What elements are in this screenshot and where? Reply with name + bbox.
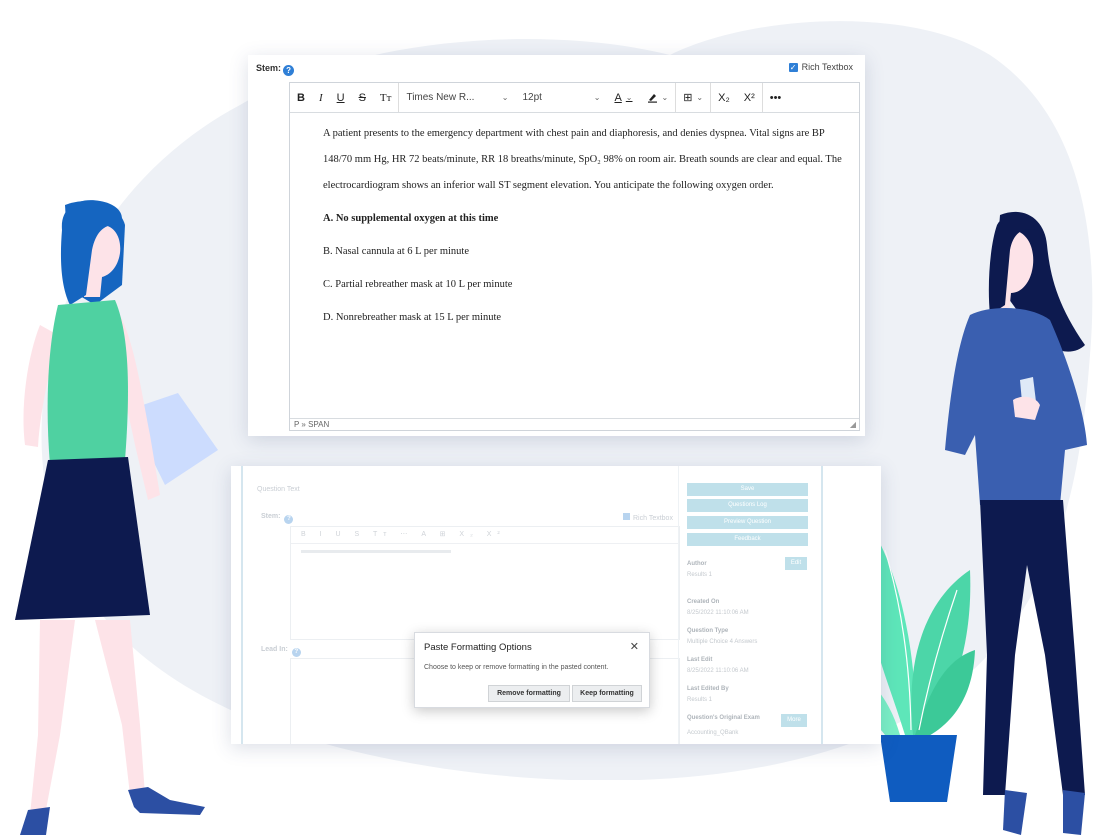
questions-log-button[interactable]: Questions Log	[687, 499, 808, 512]
stem-text: A patient presents to the emergency depa…	[323, 128, 842, 191]
highlighter-icon	[647, 94, 657, 103]
stem-label: Stem:?	[256, 63, 295, 76]
feedback-button[interactable]: Feedback	[687, 533, 808, 546]
font-color-button[interactable]: A ⌄	[607, 83, 639, 112]
dialog-title: Paste Formatting Options	[424, 642, 532, 653]
save-button[interactable]: Save	[687, 483, 808, 496]
subscript-button[interactable]: X₂	[710, 83, 737, 112]
bold-button[interactable]: B	[290, 83, 312, 112]
question-type-label: Question Type	[687, 628, 729, 634]
editor-status-bar: P » SPAN ◢	[290, 418, 859, 430]
rich-textbox-toggle[interactable]: Rich Textbox	[623, 513, 673, 522]
woman-with-folder-illustration	[15, 200, 218, 835]
author-label: Author	[687, 561, 707, 567]
faded-editor-text	[301, 550, 451, 553]
editor-content[interactable]: A patient presents to the emergency depa…	[290, 113, 859, 331]
form-right-panel	[821, 466, 881, 744]
check-icon[interactable]: ✓	[788, 62, 798, 72]
question-sidebar: Save Questions Log Preview Question Feed…	[678, 466, 822, 744]
lead-in-label: Lead In: ?	[261, 646, 301, 657]
section-title: Question Text	[257, 486, 300, 493]
help-icon[interactable]: ?	[291, 648, 301, 657]
table-button[interactable]: ⊞ ⌄	[675, 83, 710, 112]
resize-handle-icon[interactable]: ◢	[850, 419, 856, 431]
strikethrough-button[interactable]: S	[352, 83, 373, 112]
last-edit-value: 8/25/2022 11:10:06 AM	[687, 668, 749, 674]
help-icon[interactable]: ?	[284, 515, 294, 524]
chevron-down-icon: ⌄	[625, 93, 633, 102]
editor-toolbar: B I U S Tт Times New R... ⌄ 12pt ⌄ A ⌄ ⌄ ⊞ ⌄…	[290, 83, 859, 113]
more-button[interactable]: More	[781, 714, 807, 727]
chevron-down-icon: ⌄	[593, 93, 601, 102]
remove-formatting-button[interactable]: Remove formatting	[488, 685, 570, 702]
original-exam-value: Accounting_QBank	[687, 730, 739, 736]
superscript-button[interactable]: X²	[737, 83, 762, 112]
more-options-icon[interactable]: •••	[761, 83, 789, 112]
underline-button[interactable]: U	[330, 83, 352, 112]
paste-formatting-dialog: Paste Formatting Options ✕ Choose to kee…	[414, 632, 650, 708]
rich-text-editor-card: Stem:? ✓ Rich Textbox B I U S Tт Times N…	[248, 55, 865, 436]
chevron-down-icon: ⌄	[661, 93, 669, 102]
stem-label: Stem: ?	[261, 513, 294, 524]
edit-author-button[interactable]: Edit	[785, 557, 807, 570]
font-family-select[interactable]: Times New R... ⌄	[398, 83, 515, 112]
help-icon[interactable]: ?	[283, 65, 295, 76]
close-icon[interactable]: ✕	[630, 640, 639, 653]
dialog-message: Choose to keep or remove formatting in t…	[424, 664, 609, 671]
answer-option-d: D. Nonrebreather mask at 15 L per minute	[323, 312, 502, 323]
font-size-select[interactable]: 12pt ⌄	[515, 83, 607, 112]
font-sizes-button[interactable]: Tт	[373, 83, 399, 112]
highlight-color-button[interactable]: ⌄	[640, 83, 676, 112]
rich-text-editor[interactable]: B I U S Tт Times New R... ⌄ 12pt ⌄ A ⌄ ⌄ ⊞ ⌄…	[289, 82, 860, 431]
chevron-down-icon: ⌄	[696, 93, 704, 102]
rich-textbox-label: Rich Textbox	[801, 62, 853, 72]
faded-editor-toolbar: B I U S Tт ⋯ A ⊞ X₂ X²	[291, 527, 679, 544]
answer-option-a: A. No supplemental oxygen at this time	[323, 213, 499, 224]
faded-editor[interactable]: B I U S Tт ⋯ A ⊞ X₂ X²	[290, 526, 680, 640]
last-edited-by-value[interactable]: Results 1	[687, 697, 712, 703]
author-value[interactable]: Results 1	[687, 572, 712, 578]
created-on-label: Created On	[687, 599, 720, 605]
element-path: P » SPAN	[294, 420, 330, 429]
keep-formatting-button[interactable]: Keep formatting	[572, 685, 642, 702]
question-type-value: Multiple Choice 4 Answers	[687, 639, 758, 645]
created-on-value: 8/25/2022 11:10:06 AM	[687, 610, 749, 616]
woman-with-phone-illustration	[945, 211, 1087, 835]
last-edit-label: Last Edit	[687, 657, 713, 663]
answer-option-b: B. Nasal cannula at 6 L per minute	[323, 246, 469, 257]
italic-button[interactable]: I	[312, 83, 330, 112]
last-edited-by-label: Last Edited By	[687, 686, 729, 692]
preview-question-button[interactable]: Preview Question	[687, 516, 808, 529]
original-exam-label: Question's Original Exam	[687, 715, 760, 721]
rich-textbox-toggle[interactable]: ✓ Rich Textbox	[788, 62, 853, 72]
answer-option-c: C. Partial rebreather mask at 10 L per m…	[323, 279, 513, 290]
chevron-down-icon: ⌄	[501, 93, 509, 102]
